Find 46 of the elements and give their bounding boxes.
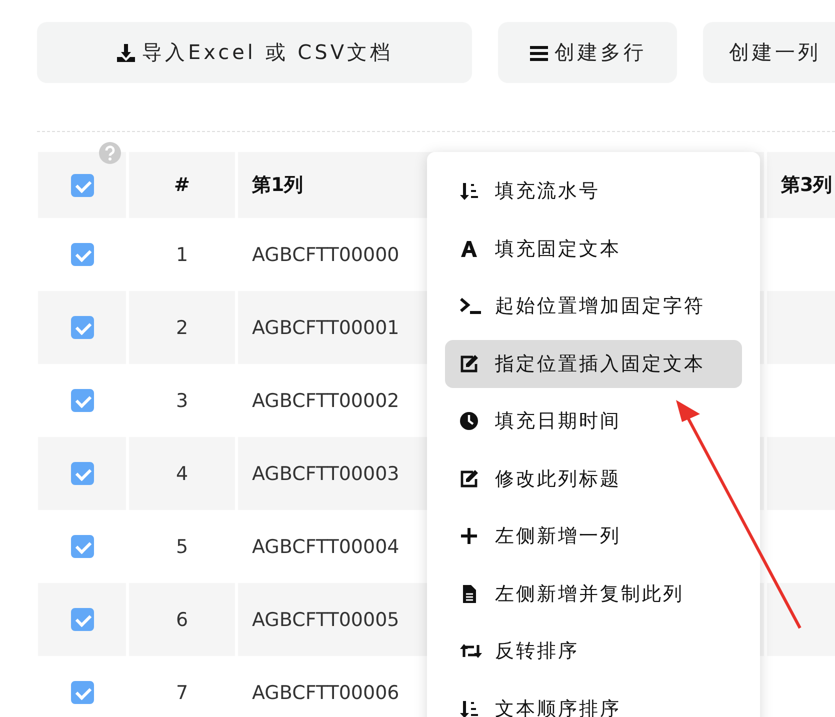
menu-item[interactable]: 反转排序 <box>445 627 742 675</box>
menu-item[interactable]: 填充日期时间 <box>445 397 742 445</box>
row-checkbox[interactable] <box>70 608 94 631</box>
table-cell-text: 7 <box>174 680 190 706</box>
header-cell: # <box>129 152 235 218</box>
cell-text: AGBCFTT00002 <box>252 390 400 412</box>
table-cell-text: 5 <box>174 534 190 560</box>
cell-text: AGBCFTT00000 <box>252 244 400 266</box>
table-cell: 4 <box>129 437 235 510</box>
table-cell-text: 1 <box>174 242 190 268</box>
cell-text: AGBCFTT00005 <box>252 608 400 630</box>
sort-icon <box>459 698 479 717</box>
cell-text: AGBCFTT00004 <box>252 536 400 558</box>
header-cell: 第3列 <box>767 152 835 218</box>
toolbar-button[interactable]: 创建多行 <box>498 22 677 83</box>
clock-icon <box>459 411 479 431</box>
menu-item[interactable]: 文本顺序排序 <box>445 684 742 717</box>
toolbar-button[interactable]: 导入Excel 或 CSV文档 <box>37 22 472 83</box>
table-cell-text: 3 <box>174 388 190 414</box>
plus-icon <box>459 526 479 546</box>
menu-item[interactable]: 修改此列标题 <box>445 454 742 502</box>
row-checkbox[interactable] <box>70 681 94 704</box>
row-checkbox[interactable] <box>70 389 94 412</box>
row-checkbox[interactable] <box>70 316 94 339</box>
cell-text: AGBCFTT00001 <box>252 316 400 338</box>
edit-icon <box>459 468 479 488</box>
select-all-checkbox[interactable] <box>70 174 94 196</box>
cell-text: AGBCFTT00003 <box>252 462 400 484</box>
row-checkbox[interactable] <box>70 535 94 558</box>
font-icon <box>459 238 479 258</box>
menu-item[interactable]: 左侧新增并复制此列 <box>445 570 742 618</box>
help-icon[interactable] <box>99 142 121 164</box>
menu-item[interactable]: 填充固定文本 <box>445 224 742 272</box>
menu-item[interactable]: 指定位置插入固定文本 <box>445 340 742 388</box>
menu-item[interactable]: 起始位置增加固定字符 <box>445 282 742 330</box>
menu-item[interactable]: 左侧新增一列 <box>445 512 742 560</box>
terminal-icon <box>459 296 483 316</box>
row-checkbox[interactable] <box>70 243 94 266</box>
table-cell: 2 <box>129 291 235 364</box>
sort-icon <box>459 181 479 201</box>
edit-icon <box>459 354 479 374</box>
cell-text: AGBCFTT00006 <box>252 682 400 704</box>
table-cell: 6 <box>129 583 235 656</box>
toolbar-button[interactable]: 创建一列 <box>703 22 835 83</box>
download-icon <box>116 42 136 62</box>
row-checkbox[interactable] <box>70 462 94 485</box>
